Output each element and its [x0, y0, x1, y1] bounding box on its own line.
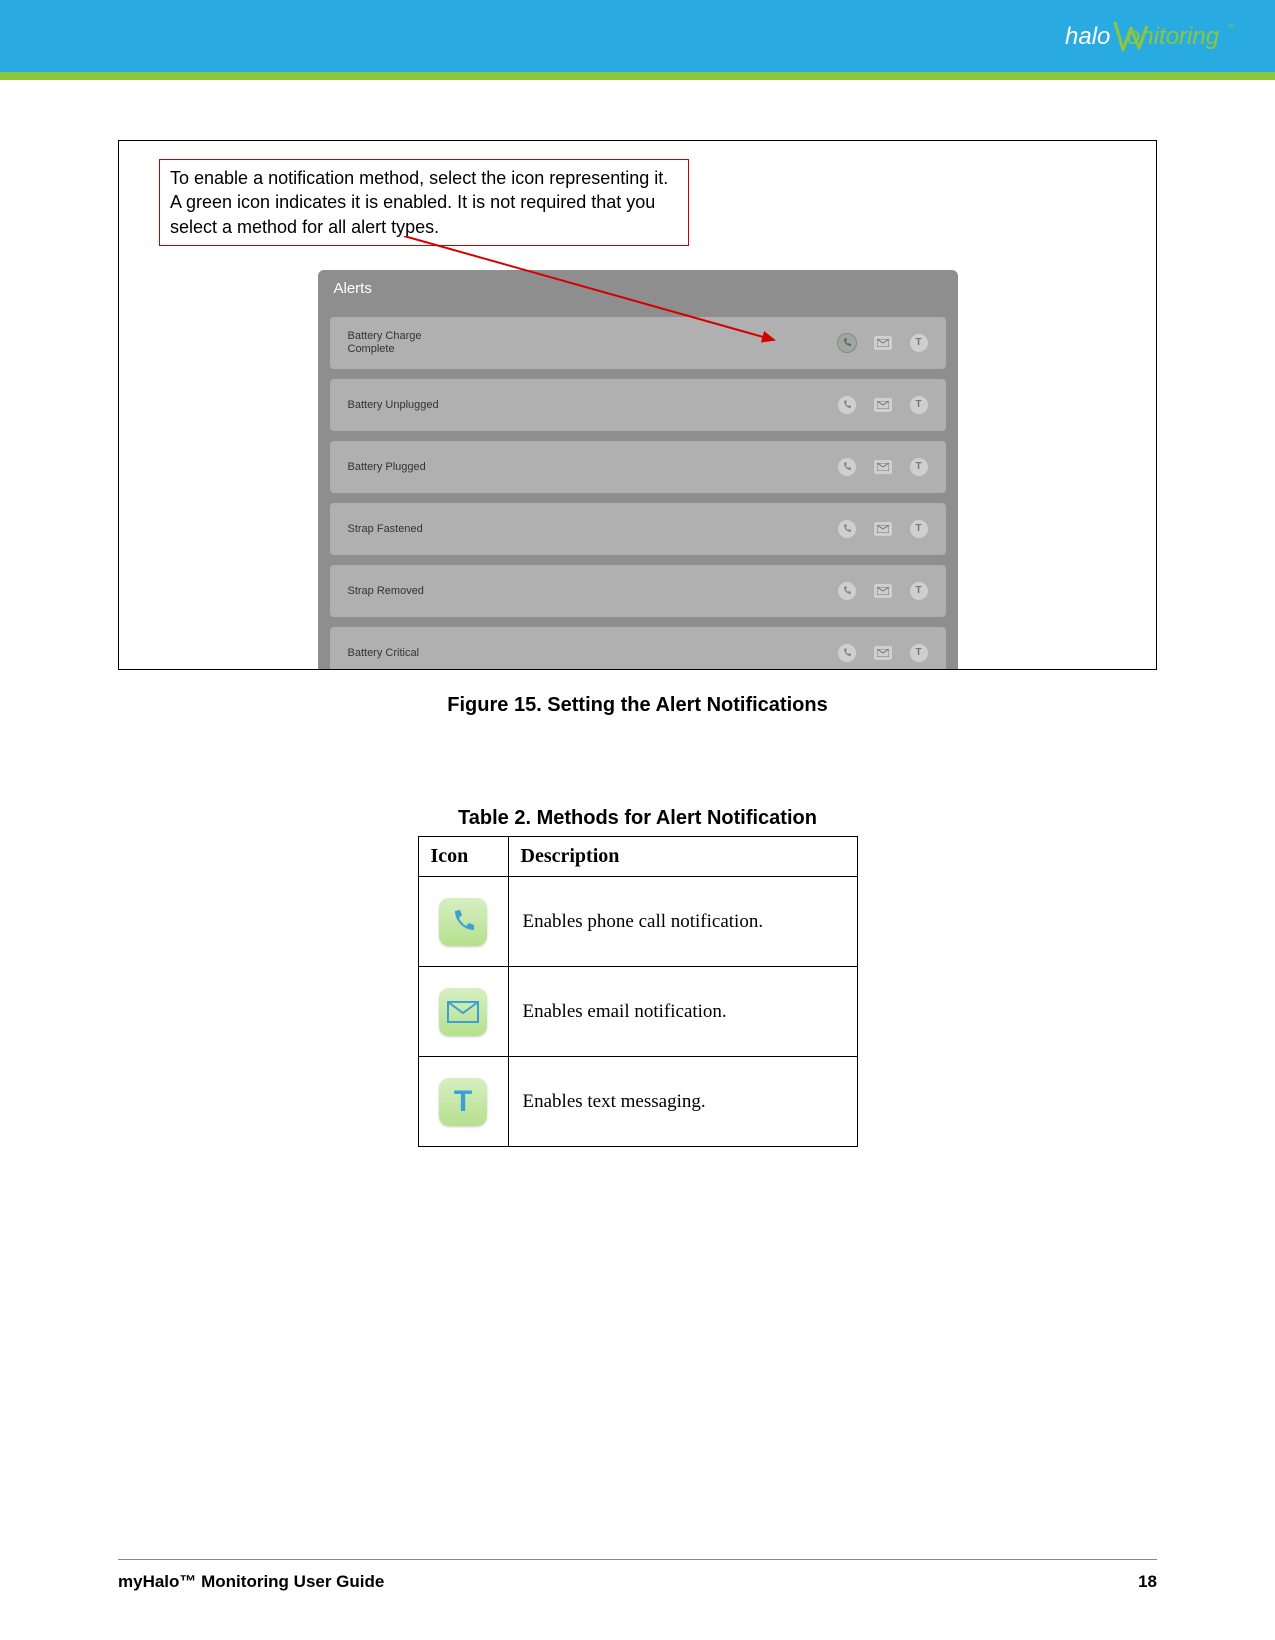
- alert-row-battery-plugged: Battery Plugged T: [330, 441, 946, 493]
- icon-cell-email: [418, 967, 508, 1057]
- table-row: T Enables text messaging.: [418, 1057, 857, 1147]
- alert-row-battery-unplugged: Battery Unplugged T: [330, 379, 946, 431]
- alert-icons: T: [838, 520, 928, 538]
- email-icon[interactable]: [874, 336, 892, 350]
- callout-text: To enable a notification method, select …: [159, 159, 689, 246]
- alert-icons: T: [838, 334, 928, 352]
- icon-cell-phone: [418, 877, 508, 967]
- table-header-row: Icon Description: [418, 837, 857, 877]
- alert-label: Battery Unplugged: [348, 399, 439, 412]
- alert-icons: T: [838, 644, 928, 662]
- page-content: To enable a notification method, select …: [0, 80, 1275, 1147]
- alerts-panel: Alerts Battery Charge Complete T Battery…: [318, 270, 958, 670]
- alert-label: Strap Removed: [348, 585, 424, 598]
- table-caption: Table 2. Methods for Alert Notification: [118, 807, 1157, 830]
- alert-label: Battery Critical: [348, 647, 420, 660]
- email-icon[interactable]: [874, 460, 892, 474]
- phone-icon[interactable]: [838, 644, 856, 662]
- email-icon[interactable]: [874, 646, 892, 660]
- page-footer: myHalo™ Monitoring User Guide 18: [118, 1559, 1157, 1592]
- alert-icons: T: [838, 458, 928, 476]
- desc-cell: Enables email notification.: [508, 967, 857, 1057]
- phone-call-icon: [439, 898, 487, 946]
- phone-icon[interactable]: [838, 334, 856, 352]
- table-row: Enables email notification.: [418, 967, 857, 1057]
- text-icon[interactable]: T: [910, 582, 928, 600]
- figure-caption: Figure 15. Setting the Alert Notificatio…: [118, 694, 1157, 717]
- alerts-header: Alerts: [318, 270, 958, 307]
- alert-row-strap-fastened: Strap Fastened T: [330, 503, 946, 555]
- desc-cell: Enables text messaging.: [508, 1057, 857, 1147]
- alert-row-strap-removed: Strap Removed T: [330, 565, 946, 617]
- halo-monitoring-logo: halo onitoring ™: [1065, 14, 1235, 58]
- alert-label: Battery Plugged: [348, 461, 426, 474]
- alert-row-battery-charge-complete: Battery Charge Complete T: [330, 317, 946, 369]
- table-row: Enables phone call notification.: [418, 877, 857, 967]
- email-notification-icon: [439, 988, 487, 1036]
- email-icon[interactable]: [874, 522, 892, 536]
- icon-cell-text: T: [418, 1057, 508, 1147]
- phone-icon[interactable]: [838, 396, 856, 414]
- text-icon[interactable]: T: [910, 396, 928, 414]
- green-stripe: [0, 72, 1275, 80]
- email-icon[interactable]: [874, 398, 892, 412]
- footer-title: myHalo™ Monitoring User Guide: [118, 1572, 384, 1592]
- desc-cell: Enables phone call notification.: [508, 877, 857, 967]
- alert-icons: T: [838, 582, 928, 600]
- email-icon[interactable]: [874, 584, 892, 598]
- text-icon[interactable]: T: [910, 334, 928, 352]
- th-description: Description: [508, 837, 857, 877]
- alert-label: Strap Fastened: [348, 523, 423, 536]
- footer-page-number: 18: [1138, 1572, 1157, 1592]
- th-icon: Icon: [418, 837, 508, 877]
- phone-icon[interactable]: [838, 582, 856, 600]
- text-icon[interactable]: T: [910, 520, 928, 538]
- alert-row-battery-critical: Battery Critical T: [330, 627, 946, 670]
- alert-label: Battery Charge Complete: [348, 330, 422, 355]
- svg-text:™: ™: [1227, 23, 1235, 32]
- figure-15-box: To enable a notification method, select …: [118, 140, 1157, 670]
- alert-icons: T: [838, 396, 928, 414]
- svg-text:halo: halo: [1065, 23, 1110, 50]
- text-messaging-icon: T: [439, 1078, 487, 1126]
- phone-icon[interactable]: [838, 458, 856, 476]
- header-band: halo onitoring ™: [0, 0, 1275, 72]
- phone-icon[interactable]: [838, 520, 856, 538]
- text-icon[interactable]: T: [910, 644, 928, 662]
- text-icon[interactable]: T: [910, 458, 928, 476]
- svg-text:onitoring: onitoring: [1127, 23, 1220, 50]
- methods-table: Icon Description Enables phone call noti…: [418, 836, 858, 1147]
